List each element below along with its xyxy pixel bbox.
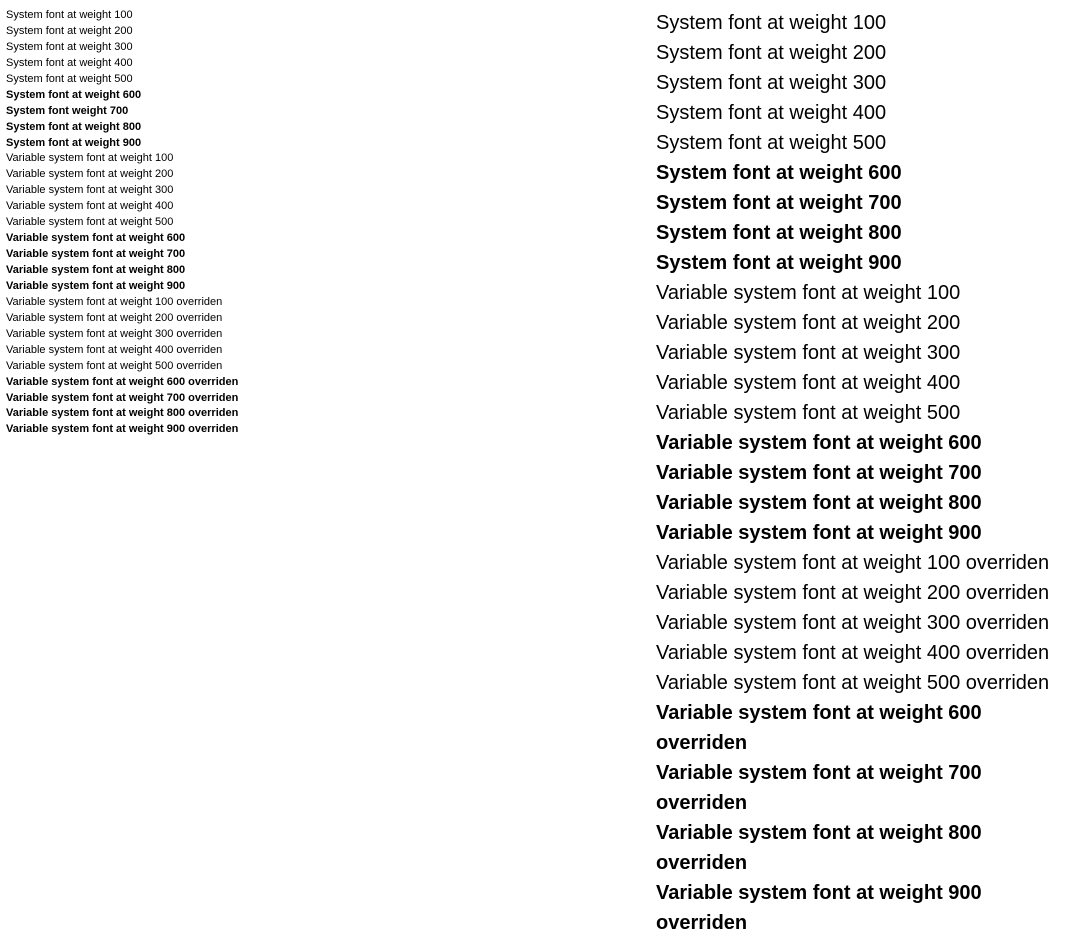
left-font-item-6: System font weight 700: [6, 104, 326, 120]
right-font-item-26: Variable system font at weight 900 overr…: [656, 878, 1060, 938]
right-font-item-12: Variable system font at weight 400: [656, 368, 1060, 398]
right-font-item-19: Variable system font at weight 200 overr…: [656, 578, 1060, 608]
left-font-item-23: Variable system font at weight 600 overr…: [6, 375, 326, 391]
left-font-item-16: Variable system font at weight 800: [6, 263, 326, 279]
left-font-item-2: System font at weight 300: [6, 40, 326, 56]
right-font-item-5: System font at weight 600: [656, 158, 1060, 188]
left-font-item-14: Variable system font at weight 600: [6, 231, 326, 247]
right-font-item-17: Variable system font at weight 900: [656, 518, 1060, 548]
right-font-item-13: Variable system font at weight 500: [656, 398, 1060, 428]
left-font-item-24: Variable system font at weight 700 overr…: [6, 391, 326, 407]
right-font-item-0: System font at weight 100: [656, 8, 1060, 38]
left-font-item-17: Variable system font at weight 900: [6, 279, 326, 295]
left-font-item-12: Variable system font at weight 400: [6, 199, 326, 215]
left-font-item-4: System font at weight 500: [6, 72, 326, 88]
left-font-item-1: System font at weight 200: [6, 24, 326, 40]
left-font-item-21: Variable system font at weight 400 overr…: [6, 343, 326, 359]
right-font-item-23: Variable system font at weight 600 overr…: [656, 698, 1060, 758]
right-font-item-8: System font at weight 900: [656, 248, 1060, 278]
right-font-item-21: Variable system font at weight 400 overr…: [656, 638, 1060, 668]
right-font-item-6: System font at weight 700: [656, 188, 1060, 218]
right-font-item-16: Variable system font at weight 800: [656, 488, 1060, 518]
right-font-item-4: System font at weight 500: [656, 128, 1060, 158]
left-font-item-8: System font at weight 900: [6, 136, 326, 152]
right-column: System font at weight 100System font at …: [326, 8, 1060, 938]
left-font-item-18: Variable system font at weight 100 overr…: [6, 295, 326, 311]
left-font-item-3: System font at weight 400: [6, 56, 326, 72]
right-font-item-22: Variable system font at weight 500 overr…: [656, 668, 1060, 698]
left-font-item-19: Variable system font at weight 200 overr…: [6, 311, 326, 327]
left-font-item-20: Variable system font at weight 300 overr…: [6, 327, 326, 343]
left-font-item-15: Variable system font at weight 700: [6, 247, 326, 263]
right-font-item-1: System font at weight 200: [656, 38, 1060, 68]
right-font-item-24: Variable system font at weight 700 overr…: [656, 758, 1060, 818]
left-font-item-9: Variable system font at weight 100: [6, 151, 326, 167]
left-font-item-26: Variable system font at weight 900 overr…: [6, 422, 326, 438]
right-font-item-10: Variable system font at weight 200: [656, 308, 1060, 338]
right-font-item-9: Variable system font at weight 100: [656, 278, 1060, 308]
right-font-item-20: Variable system font at weight 300 overr…: [656, 608, 1060, 638]
left-column: System font at weight 100System font at …: [6, 8, 326, 938]
right-font-item-18: Variable system font at weight 100 overr…: [656, 548, 1060, 578]
left-font-item-7: System font at weight 800: [6, 120, 326, 136]
right-font-item-15: Variable system font at weight 700: [656, 458, 1060, 488]
right-font-item-3: System font at weight 400: [656, 98, 1060, 128]
right-font-item-2: System font at weight 300: [656, 68, 1060, 98]
left-font-item-11: Variable system font at weight 300: [6, 183, 326, 199]
left-font-item-25: Variable system font at weight 800 overr…: [6, 406, 326, 422]
left-font-item-13: Variable system font at weight 500: [6, 215, 326, 231]
left-font-item-22: Variable system font at weight 500 overr…: [6, 359, 326, 375]
right-font-item-7: System font at weight 800: [656, 218, 1060, 248]
left-font-item-0: System font at weight 100: [6, 8, 326, 24]
left-font-item-10: Variable system font at weight 200: [6, 167, 326, 183]
left-font-item-5: System font at weight 600: [6, 88, 326, 104]
right-font-item-11: Variable system font at weight 300: [656, 338, 1060, 368]
right-font-item-14: Variable system font at weight 600: [656, 428, 1060, 458]
right-font-item-25: Variable system font at weight 800 overr…: [656, 818, 1060, 878]
